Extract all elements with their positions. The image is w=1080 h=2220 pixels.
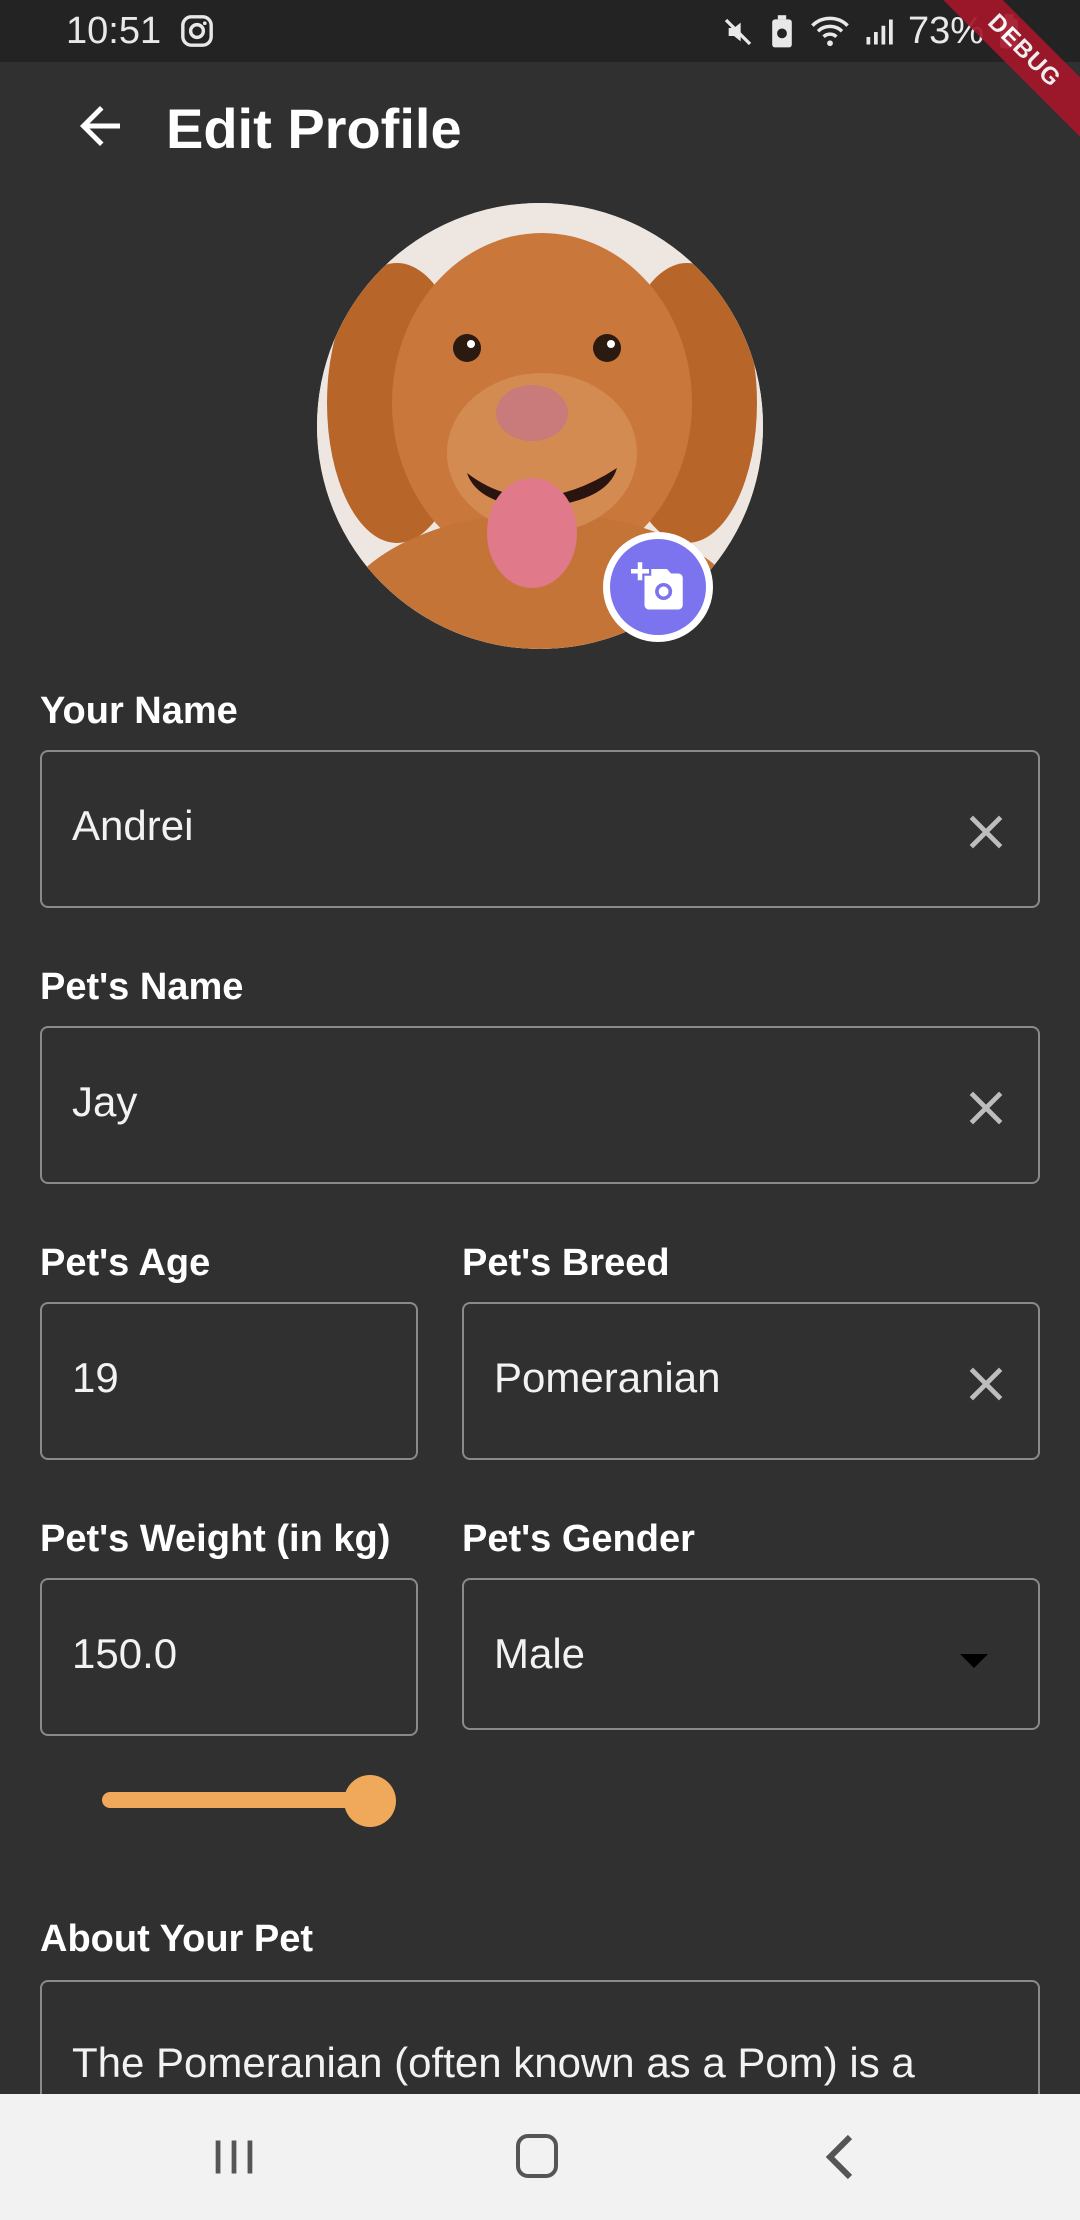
change-photo-button[interactable] (603, 532, 713, 642)
camera-button-inner (610, 539, 706, 635)
pet-name-label: Pet's Name (40, 966, 244, 1008)
arrow-left-icon[interactable] (70, 96, 130, 156)
weight-slider-thumb[interactable] (344, 1775, 396, 1827)
pet-weight-field[interactable]: 150.0 (40, 1578, 418, 1736)
instagram-icon (181, 15, 213, 47)
pet-breed-label: Pet's Breed (462, 1242, 670, 1284)
pet-name-value: Jay (72, 1078, 138, 1125)
your-name-field[interactable]: Andrei (40, 750, 1040, 908)
battery-saver-icon (772, 14, 792, 47)
system-nav-bar (0, 2094, 1080, 2220)
your-name-label: Your Name (40, 690, 238, 732)
pet-age-value: 19 (72, 1354, 119, 1401)
clear-icon[interactable] (964, 1086, 1008, 1130)
pet-name-field[interactable]: Jay (40, 1026, 1040, 1184)
home-icon[interactable] (516, 2134, 558, 2178)
app-bar: Edit Profile (0, 62, 1080, 190)
pet-age-field[interactable]: 19 (40, 1302, 418, 1460)
pet-gender-dropdown[interactable]: Male (462, 1578, 1040, 1730)
about-pet-label: About Your Pet (40, 1918, 314, 1960)
signal-icon (866, 19, 893, 44)
recents-icon[interactable] (212, 2138, 256, 2176)
mute-icon (724, 18, 752, 45)
status-bar: 10:51 73% (0, 0, 1080, 62)
pet-weight-value: 150.0 (72, 1630, 178, 1677)
your-name-value: Andrei (72, 802, 194, 849)
clear-icon[interactable] (964, 1362, 1008, 1406)
back-icon[interactable] (820, 2132, 860, 2182)
pet-breed-field[interactable]: Pomeranian (462, 1302, 1040, 1460)
page-title: Edit Profile (166, 97, 462, 160)
pet-gender-label: Pet's Gender (462, 1518, 695, 1560)
pet-weight-label: Pet's Weight (in kg) (40, 1518, 391, 1560)
wifi-icon (811, 16, 849, 46)
pet-age-label: Pet's Age (40, 1242, 211, 1284)
dropdown-arrow-icon (960, 1654, 988, 1668)
pet-breed-value: Pomeranian (494, 1354, 721, 1401)
clear-icon[interactable] (964, 810, 1008, 854)
status-time: 10:51 (66, 10, 162, 52)
weight-slider-track[interactable] (102, 1792, 370, 1808)
add-a-photo-icon (631, 562, 683, 610)
pet-gender-value: Male (494, 1630, 586, 1677)
